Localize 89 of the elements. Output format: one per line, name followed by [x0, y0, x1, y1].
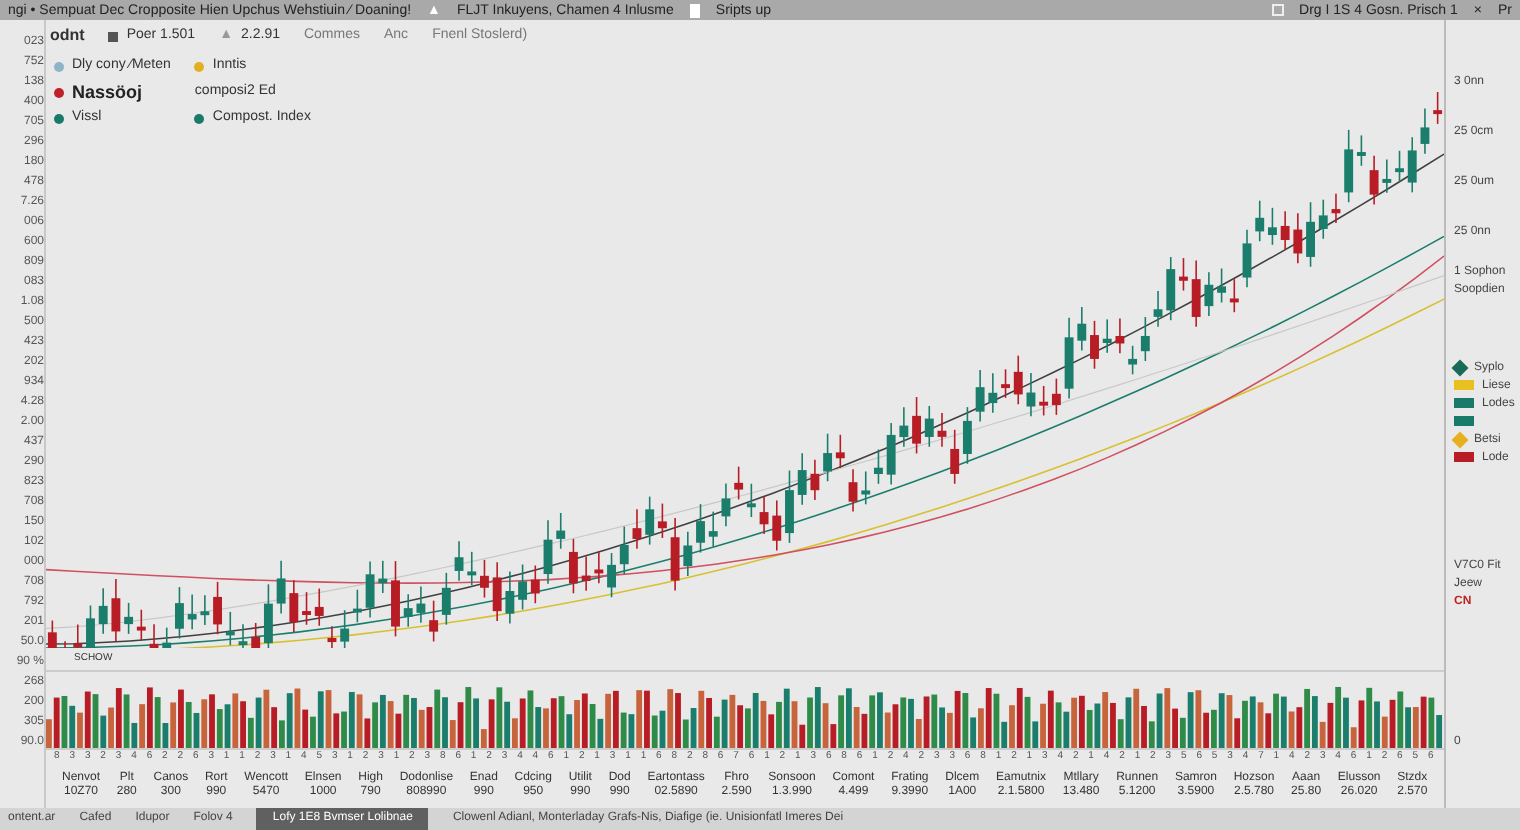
- candlestick: [149, 623, 159, 648]
- candlestick: [213, 581, 222, 635]
- candlestick: [1369, 155, 1379, 206]
- candlestick: [276, 560, 286, 615]
- candlestick: [607, 552, 616, 599]
- candlestick: [1420, 107, 1430, 155]
- candlestick: [785, 469, 794, 544]
- candlestick: [1382, 158, 1392, 194]
- candlestick: [632, 508, 642, 550]
- candlestick: [111, 578, 121, 643]
- candlestick: [378, 560, 388, 594]
- candlestick: [365, 560, 375, 619]
- candlestick: [543, 519, 553, 585]
- candlestick: [708, 510, 718, 548]
- candlestick: [683, 530, 693, 577]
- square-icon: [108, 31, 119, 41]
- candlestick: [314, 587, 324, 627]
- candlestick: [86, 604, 95, 648]
- candlestick: [327, 625, 337, 648]
- candlestick: [861, 470, 871, 506]
- candlestick: [594, 550, 604, 584]
- candlestick: [1064, 316, 1074, 400]
- candlestick: [1013, 354, 1023, 406]
- candlestick: [759, 495, 769, 535]
- candlestick: [162, 626, 172, 648]
- candlestick: [912, 396, 921, 455]
- candlestick: [924, 405, 934, 448]
- window-icon[interactable]: [1271, 4, 1284, 16]
- candlestick: [1102, 318, 1112, 354]
- document-icon: [689, 3, 700, 17]
- candlestick: [1268, 207, 1277, 246]
- candlestick: [47, 619, 57, 648]
- candlestick: [1293, 212, 1303, 265]
- candlestick: [1204, 271, 1214, 317]
- candlestick: [874, 448, 883, 485]
- candlestick: [1026, 372, 1036, 418]
- candlestick: [187, 593, 197, 631]
- candlestick: [64, 640, 66, 648]
- candlestick: [1115, 317, 1125, 355]
- candlestick: [1191, 259, 1201, 328]
- candlestick: [988, 372, 998, 414]
- candlestick: [581, 555, 591, 592]
- candlestick: [569, 538, 578, 595]
- candlestick: [797, 452, 807, 506]
- candlestick: [238, 623, 248, 648]
- candlestick: [1433, 91, 1443, 125]
- candlestick: [492, 561, 502, 622]
- candlestick: [975, 369, 985, 423]
- candlestick: [619, 525, 629, 575]
- legend-label: Nassöoj: [72, 79, 143, 106]
- chart-title: odnt: [50, 24, 85, 48]
- candlestick: [289, 579, 299, 633]
- candlestick: [480, 559, 489, 599]
- candlestick: [1001, 368, 1010, 399]
- candlestick: [670, 517, 680, 592]
- candlestick: [505, 570, 515, 625]
- candlestick: [1255, 199, 1265, 242]
- candlestick: [772, 499, 782, 552]
- candlestick: [1242, 228, 1252, 289]
- candlestick: [848, 468, 858, 513]
- candlestick: [1331, 193, 1341, 224]
- candlestick: [302, 591, 311, 626]
- candlestick: [225, 611, 235, 646]
- candlestick: [416, 585, 426, 624]
- candlestick: [721, 482, 731, 527]
- candlestick: [454, 540, 464, 582]
- candlestick: [1280, 210, 1290, 251]
- candlestick: [696, 503, 705, 554]
- candlestick: [1395, 150, 1404, 183]
- candlestick: [391, 560, 400, 638]
- candlestick: [1077, 306, 1087, 352]
- candlestick: [1090, 320, 1099, 370]
- candlestick: [1179, 257, 1188, 292]
- candlestick: [1407, 136, 1417, 194]
- candlestick: [175, 586, 184, 640]
- candlestick: [1306, 201, 1315, 268]
- candlestick: [886, 422, 896, 486]
- candlestick: [98, 587, 108, 635]
- candlestick: [1318, 198, 1328, 240]
- candlestick: [899, 406, 909, 448]
- candlestick: [810, 458, 820, 501]
- candlestick: [556, 512, 566, 550]
- candlestick: [1166, 256, 1176, 321]
- candlestick: [937, 412, 947, 448]
- candlestick: [73, 623, 83, 648]
- candlestick: [467, 551, 477, 586]
- candlestick: [403, 593, 413, 628]
- candlestick: [1153, 290, 1163, 328]
- candlestick: [200, 594, 210, 626]
